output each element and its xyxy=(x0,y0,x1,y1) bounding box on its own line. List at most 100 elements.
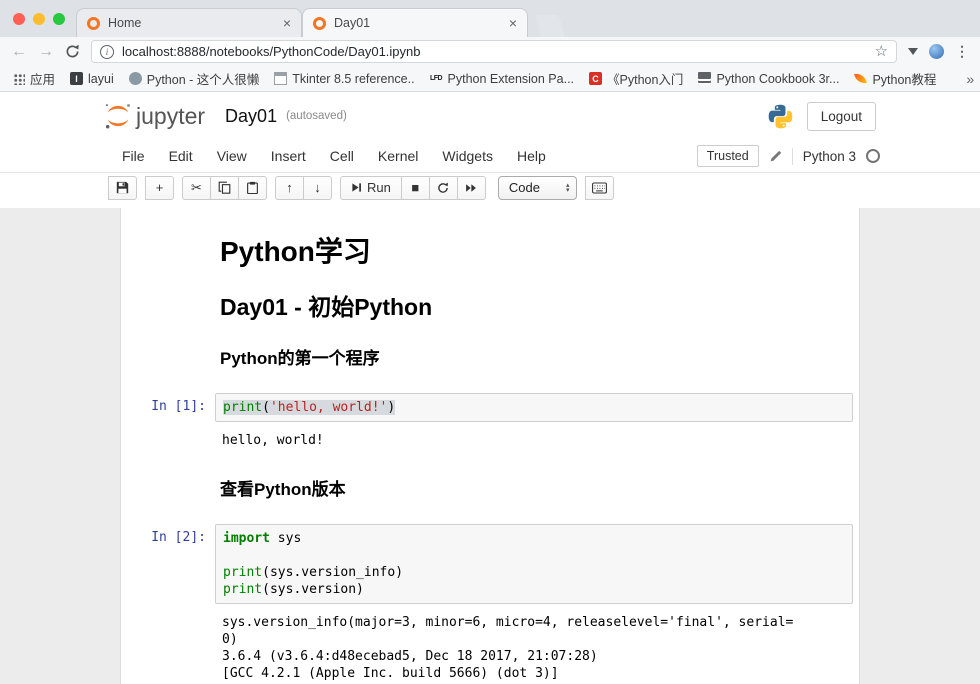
layui-favicon-icon: l xyxy=(70,72,83,85)
move-cell-down-button[interactable]: ↓ xyxy=(303,176,332,200)
zoom-window-button[interactable] xyxy=(53,13,65,25)
code-prompt: In [2]: xyxy=(123,524,215,604)
paste-cell-button[interactable] xyxy=(238,176,267,200)
address-bar: ← → i localhost:8888/notebooks/PythonCod… xyxy=(0,37,980,66)
reload-icon[interactable] xyxy=(65,44,80,59)
book-favicon-icon xyxy=(698,72,711,85)
bookmark-label: Python Cookbook 3r... xyxy=(716,72,839,86)
cell-type-select[interactable]: Code ▴▾ xyxy=(498,176,578,200)
cell-type-value: Code xyxy=(509,180,540,195)
apps-grid-icon xyxy=(13,73,25,85)
code-prompt: In [1]: xyxy=(123,393,215,422)
menu-cell[interactable]: Cell xyxy=(318,148,366,164)
bookmark-python-tutorial[interactable]: Python教程 xyxy=(854,69,936,88)
site-info-icon[interactable]: i xyxy=(100,45,114,59)
code-cell-1[interactable]: In [1]: print('hello, world!') xyxy=(121,393,859,422)
bookmark-python-intro[interactable]: C 《Python入门 xyxy=(589,69,683,88)
arrow-up-icon: ↑ xyxy=(286,180,293,195)
keyboard-icon xyxy=(592,182,607,194)
jupyter-wordmark: jupyter xyxy=(136,103,205,130)
bookmark-apps[interactable]: 应用 xyxy=(13,69,55,88)
bookmark-label: Python教程 xyxy=(872,69,936,88)
feather-favicon-icon xyxy=(855,72,868,85)
jupyter-menubar: File Edit View Insert Cell Kernel Widget… xyxy=(0,140,980,173)
trusted-button[interactable]: Trusted xyxy=(697,145,759,167)
cut-cell-button[interactable]: ✂ xyxy=(182,176,211,200)
notebook-heading3: 查看Python版本 xyxy=(220,475,847,500)
kernel-status-icon xyxy=(866,149,880,163)
menu-widgets[interactable]: Widgets xyxy=(430,148,505,164)
plus-icon: + xyxy=(156,180,164,195)
profile-extension-icon[interactable] xyxy=(929,44,944,59)
divider xyxy=(792,148,793,165)
bookmarks-overflow-icon[interactable]: » xyxy=(966,71,974,87)
notebook-heading1: Python学习 xyxy=(220,230,847,270)
menu-file[interactable]: File xyxy=(110,148,157,164)
jupyter-planet-icon xyxy=(103,101,133,131)
code-cell-2[interactable]: In [2]: import sys print(sys.version_inf… xyxy=(121,524,859,604)
stop-icon: ■ xyxy=(411,180,419,195)
bookmark-cookbook[interactable]: Python Cookbook 3r... xyxy=(698,72,839,86)
new-tab-button[interactable] xyxy=(535,15,565,37)
browser-menu-icon[interactable]: ⋮ xyxy=(955,43,969,60)
bookmark-layui[interactable]: l layui xyxy=(70,72,114,86)
move-cell-up-button[interactable]: ↑ xyxy=(275,176,304,200)
autosave-status: (autosaved) xyxy=(286,110,347,122)
url-input[interactable]: i localhost:8888/notebooks/PythonCode/Da… xyxy=(91,40,897,63)
markdown-cell[interactable]: 查看Python版本 xyxy=(121,475,859,500)
download-extension-icon[interactable] xyxy=(908,48,918,55)
scissors-icon: ✂ xyxy=(191,180,202,196)
code-input[interactable]: print('hello, world!') xyxy=(215,393,853,422)
close-window-button[interactable] xyxy=(13,13,25,25)
forward-icon[interactable]: → xyxy=(38,44,54,60)
menu-insert[interactable]: Insert xyxy=(259,148,318,164)
minimize-window-button[interactable] xyxy=(33,13,45,25)
blog-favicon-icon xyxy=(129,72,142,85)
jupyter-favicon-icon xyxy=(313,17,326,30)
menu-view[interactable]: View xyxy=(205,148,259,164)
back-icon[interactable]: ← xyxy=(11,44,27,60)
run-button[interactable]: Run xyxy=(340,176,402,200)
logout-button[interactable]: Logout xyxy=(807,102,876,131)
url-text: localhost:8888/notebooks/PythonCode/Day0… xyxy=(122,44,867,59)
doc-favicon-icon xyxy=(274,72,287,85)
tab-label: Day01 xyxy=(334,16,501,30)
restart-kernel-button[interactable] xyxy=(429,176,458,200)
bookmark-label: 应用 xyxy=(30,69,55,88)
bookmark-python-extension[interactable]: LFD Python Extension Pa... xyxy=(430,72,574,86)
menu-edit[interactable]: Edit xyxy=(157,148,205,164)
menu-kernel[interactable]: Kernel xyxy=(366,148,430,164)
code-input[interactable]: import sys print(sys.version_info) print… xyxy=(215,524,853,604)
bookmark-star-icon[interactable]: ☆ xyxy=(875,44,888,59)
paste-icon xyxy=(246,181,259,194)
tab-close-icon[interactable]: × xyxy=(509,15,517,31)
restart-run-all-button[interactable] xyxy=(457,176,486,200)
tab-label: Home xyxy=(108,16,275,30)
add-cell-button[interactable]: + xyxy=(145,176,174,200)
menu-help[interactable]: Help xyxy=(505,148,558,164)
notebook-title[interactable]: Day01 xyxy=(225,106,277,127)
notebook-heading2: Day01 - 初始Python xyxy=(220,288,847,322)
markdown-cell[interactable]: Python学习 Day01 - 初始Python Python的第一个程序 xyxy=(121,230,859,369)
command-palette-button[interactable] xyxy=(585,176,614,200)
fast-forward-icon xyxy=(465,182,477,194)
cell-output-row: sys.version_info(major=3, minor=6, micro… xyxy=(121,604,859,684)
tab-close-icon[interactable]: × xyxy=(283,15,291,31)
bookmark-python-blog[interactable]: Python - 这个人很懒 xyxy=(129,69,260,88)
jupyter-logo[interactable]: jupyter xyxy=(103,101,205,131)
bookmark-tkinter[interactable]: Tkinter 8.5 reference.. xyxy=(274,72,414,86)
select-arrows-icon: ▴▾ xyxy=(566,183,570,193)
notebook-heading3: Python的第一个程序 xyxy=(220,344,847,369)
cell-output: hello, world! xyxy=(215,428,853,453)
copy-cell-button[interactable] xyxy=(210,176,239,200)
notebook-scroll-area[interactable]: Python学习 Day01 - 初始Python Python的第一个程序 I… xyxy=(0,208,980,684)
tab-home[interactable]: Home × xyxy=(76,8,302,37)
tab-day01[interactable]: Day01 × xyxy=(302,8,528,37)
save-button[interactable] xyxy=(108,176,137,200)
bookmarks-bar: 应用 l layui Python - 这个人很懒 Tkinter 8.5 re… xyxy=(0,66,980,92)
bookmark-label: layui xyxy=(88,72,114,86)
lfd-favicon-icon: LFD xyxy=(430,72,443,85)
bookmark-label: Python Extension Pa... xyxy=(448,72,574,86)
edit-mode-pencil-icon xyxy=(769,150,782,163)
interrupt-kernel-button[interactable]: ■ xyxy=(401,176,430,200)
